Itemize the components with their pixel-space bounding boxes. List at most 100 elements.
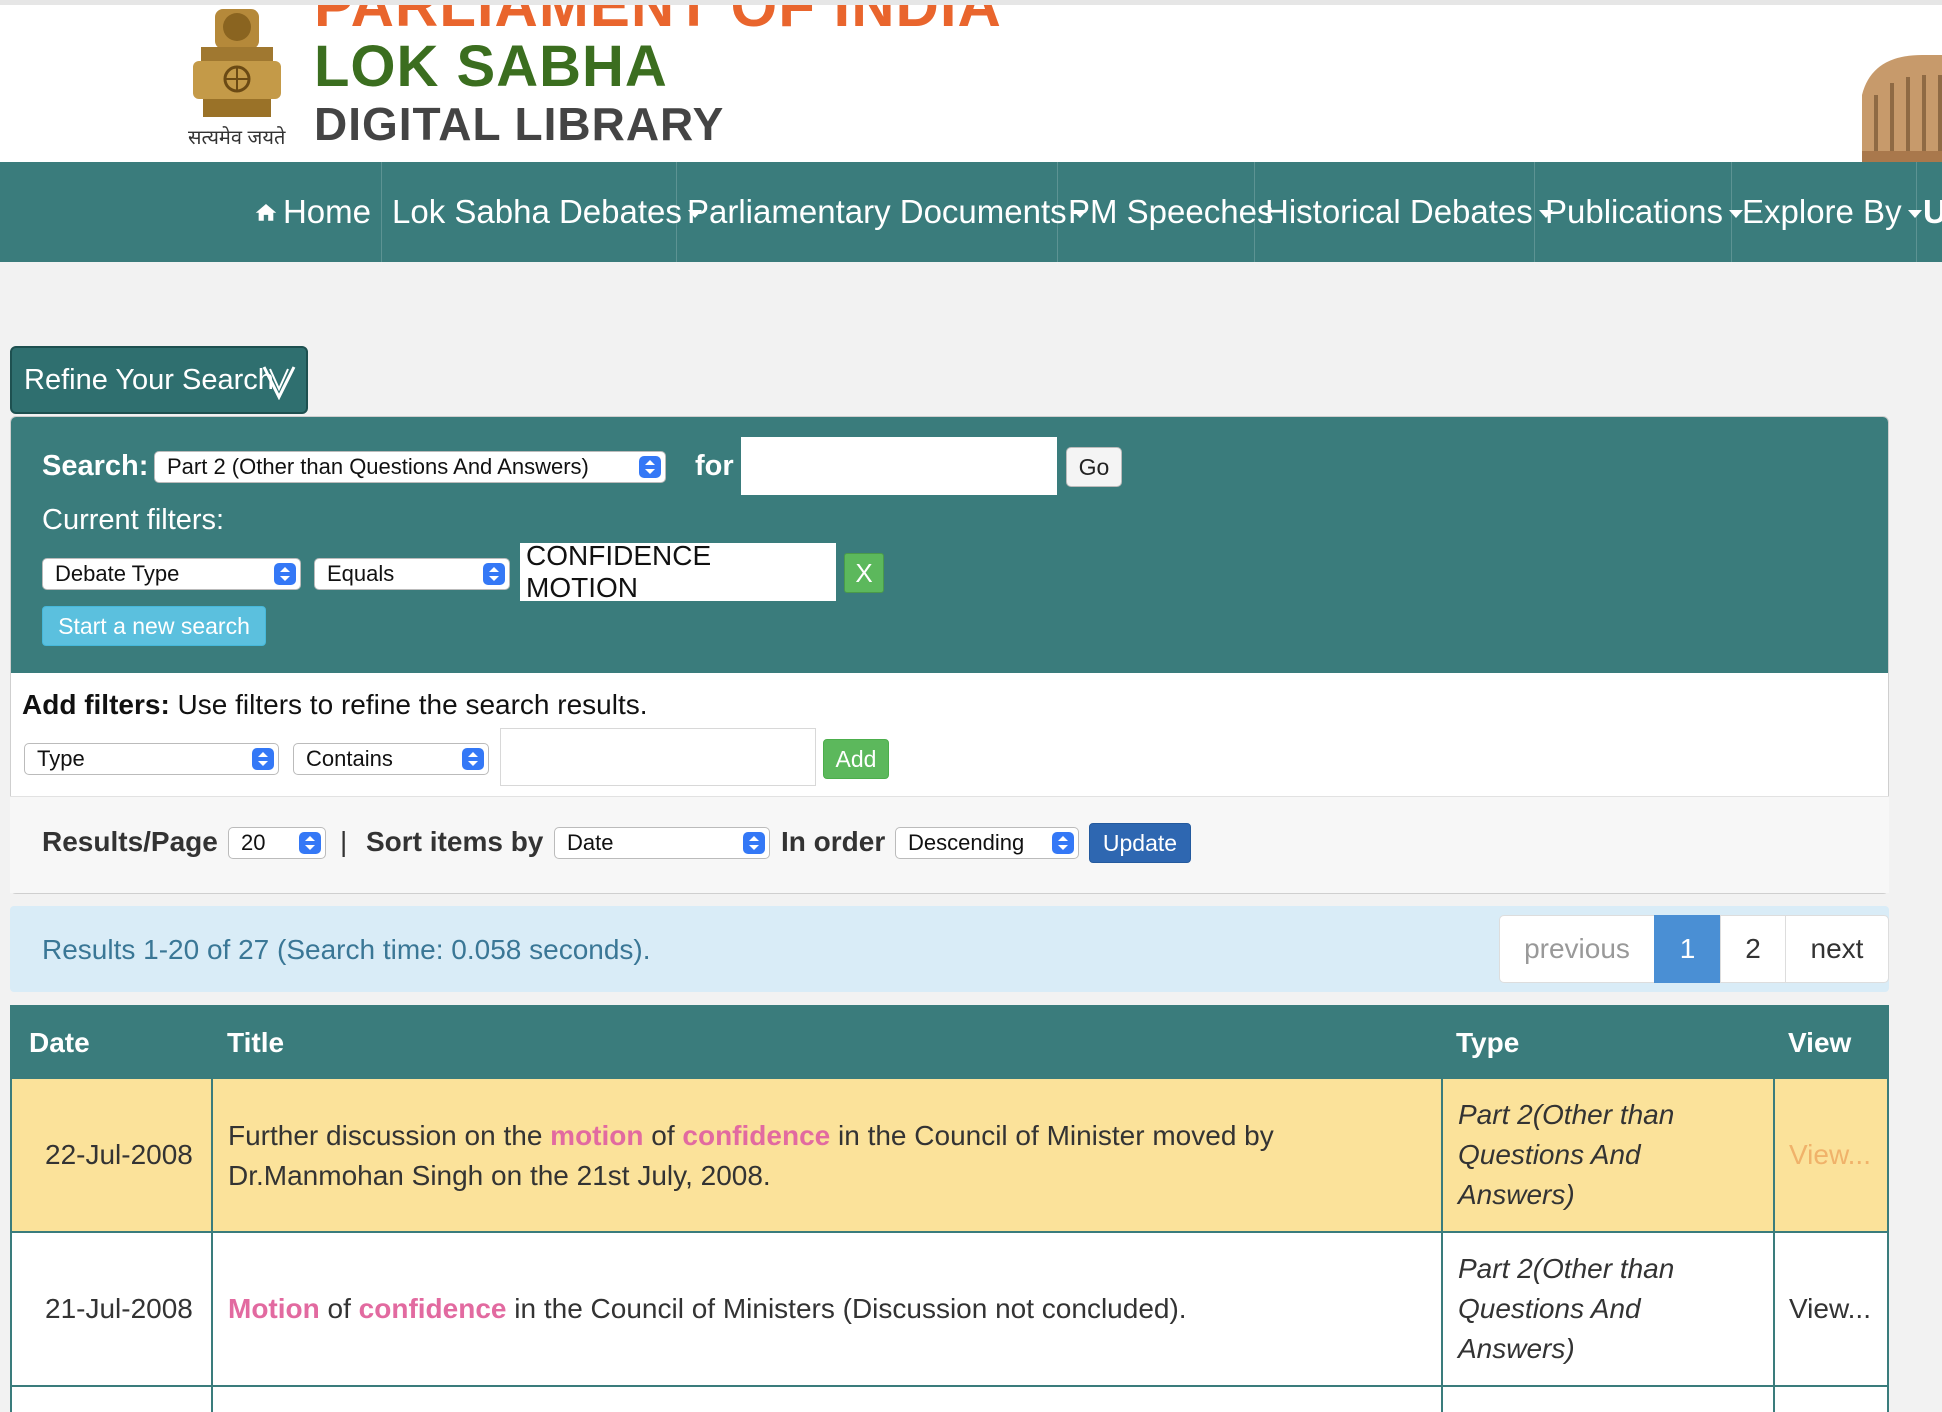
add-filters-description: Use filters to refine the search results… [169,689,648,720]
sort-by-value: Date [567,830,614,855]
nav-explore-by-label: Explore By [1742,193,1902,230]
brand-title: LOK SABHA [314,34,668,99]
select-arrows-icon [274,563,296,585]
refine-search-label: Refine Your Search [24,363,274,396]
select-arrows-icon [1052,832,1074,854]
remove-filter-button[interactable]: X [844,553,884,593]
results-per-page-select[interactable]: 20 [228,827,326,859]
sort-by-label: Sort items by [366,826,544,857]
start-new-search-button[interactable]: Start a new search [42,606,266,646]
sort-by-select[interactable]: Date [554,827,770,859]
row-title[interactable]: Motion of confidence in the Council of M… [228,1289,1408,1329]
column-divider [1773,1079,1775,1231]
column-divider [211,1387,213,1412]
search-hit: confidence [358,1293,507,1324]
view-link[interactable]: View... [1789,1135,1871,1175]
nav-parliamentary-documents-label: Parliamentary Documents [687,193,1067,230]
nav-publications[interactable]: Publications [1535,162,1743,262]
nav-pm-speeches-label: PM Speeches [1068,193,1274,230]
emblem-motto: सत्यमेव जयते [188,127,286,149]
add-filter-field-select[interactable]: Type [24,743,279,775]
nav-explore-by[interactable]: Explore By [1732,162,1922,262]
row-type: Part 2(Other than Questions And Answers) [1458,1253,1675,1364]
pagination-previous[interactable]: previous [1499,915,1655,983]
pagination-page-2[interactable]: 2 [1720,915,1786,983]
pagination-page-1[interactable]: 1 [1654,915,1721,983]
current-filters-label: Current filters: [42,504,225,536]
search-scope-select[interactable]: Part 2 (Other than Questions And Answers… [154,451,666,483]
title-text: of [319,1293,359,1324]
title-text: Further discussion on the [228,1120,551,1151]
results-summary: Results 1-20 of 27 (Search time: 0.058 s… [42,934,651,965]
add-filter-button-label: Add [835,745,877,772]
nav-parliamentary-documents[interactable]: Parliamentary Documents [677,162,1087,262]
filter-value-text: CONFIDENCE MOTION [526,540,712,603]
title-text: in the Council of Ministers (Discussion … [506,1293,1187,1324]
add-filter-button[interactable]: Add [823,739,889,779]
row-date: 22-Jul-2008 [45,1139,193,1170]
update-button-label: Update [1102,829,1178,856]
nav-historical-debates-label: Historical Debates [1265,193,1533,230]
results-per-page-value: 20 [241,830,266,855]
start-new-search-label: Start a new search [58,612,250,639]
search-query-input[interactable] [741,437,1057,495]
results-per-page-label: Results/Page [42,826,218,857]
home-icon [255,203,277,221]
nav-lok-sabha-debates[interactable]: Lok Sabha Debates [382,162,702,262]
nav-historical-debates[interactable]: Historical Debates [1255,162,1553,262]
filter-field-value: Debate Type [55,561,180,586]
column-header-title[interactable]: Title [227,1027,284,1059]
search-scope-value: Part 2 (Other than Questions And Answers… [167,454,589,479]
column-divider [1441,1387,1443,1412]
nav-home-label: Home [282,193,371,230]
nav-publications-label: Publications [1545,193,1723,230]
select-arrows-icon [639,456,661,478]
column-header-type[interactable]: Type [1456,1027,1519,1059]
select-arrows-icon [743,832,765,854]
nav-lok-sabha-debates-label: Lok Sabha Debates [392,193,682,230]
add-filter-field-value: Type [37,746,85,771]
pagination-previous-label: previous [1524,933,1630,964]
update-button[interactable]: Update [1089,823,1191,863]
row-title[interactable]: Further discussion on the motion of conf… [228,1116,1408,1196]
search-label: Search: [42,450,149,482]
separator: | [340,826,348,857]
add-filter-value-input[interactable] [500,728,816,786]
add-filters-hint: Add filters: Use filters to refine the s… [22,689,648,721]
view-link[interactable]: View... [1789,1289,1871,1329]
nav-pm-speeches[interactable]: PM Speeches [1058,162,1273,262]
row-date: 21-Jul-2008 [45,1293,193,1324]
add-filters-label: Add filters: [22,689,170,720]
search-hit: motion [550,1120,644,1151]
select-arrows-icon [252,748,274,770]
filter-value-input[interactable]: CONFIDENCE MOTION [520,540,836,603]
site-header: सत्यमेव जयते PARLIAMENT OF INDIA LOK SAB… [0,5,1942,162]
column-divider [1773,1233,1775,1385]
refine-search-toggle[interactable]: Refine Your Search [10,346,308,414]
pagination-next[interactable]: next [1785,915,1889,983]
filter-field-select[interactable]: Debate Type [42,558,301,590]
column-divider [1441,1079,1443,1231]
nav-item-truncated[interactable]: U [1917,162,1942,262]
table-row: 22-Jul-2008 Further discussion on the mo… [10,1079,1889,1233]
order-label: In order [781,826,886,857]
search-hit: Motion [228,1293,320,1324]
for-label: for [695,450,734,482]
go-button[interactable]: Go [1066,447,1122,487]
add-filter-operator-select[interactable]: Contains [293,743,489,775]
results-table-header: Date Title Type View [10,1005,1889,1079]
search-hit: confidence [682,1120,831,1151]
main-navigation: Home Lok Sabha Debates Parliamentary Doc… [0,162,1942,262]
pagination-next-label: next [1810,933,1864,964]
brand-subtitle: DIGITAL LIBRARY [314,98,725,150]
filter-operator-select[interactable]: Equals [314,558,510,590]
column-header-date[interactable]: Date [29,1027,90,1059]
column-header-view: View [1788,1027,1852,1058]
remove-filter-label: X [855,557,873,588]
select-arrows-icon [483,563,505,585]
select-arrows-icon [462,748,484,770]
order-select[interactable]: Descending [895,827,1079,859]
table-row [10,1387,1889,1412]
column-divider [1441,1233,1443,1385]
nav-home[interactable]: Home [245,162,382,262]
